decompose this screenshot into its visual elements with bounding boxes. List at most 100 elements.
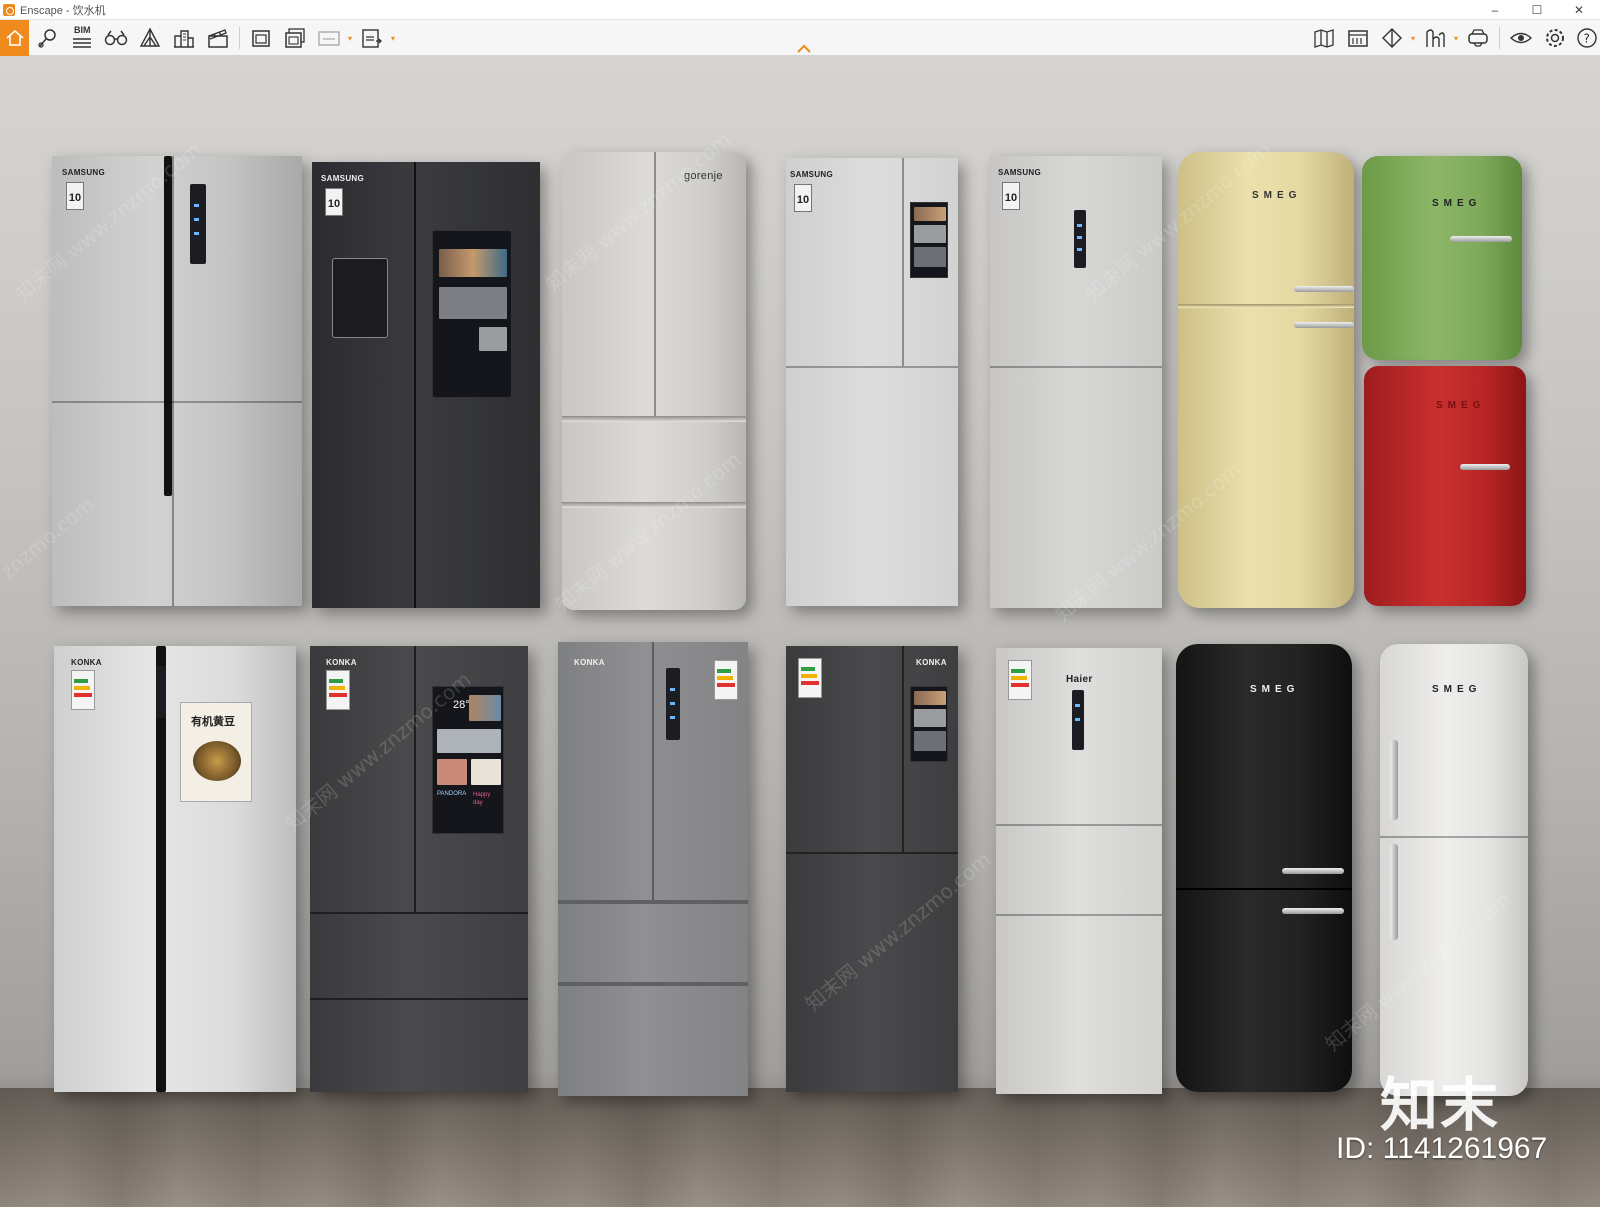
brand-label: KONKA bbox=[71, 658, 102, 667]
fridge-konka-dark-3door: KONKA bbox=[786, 646, 958, 1092]
control-panel bbox=[190, 184, 206, 264]
warranty-badge: 10 bbox=[66, 182, 84, 210]
door-handle bbox=[1294, 286, 1354, 292]
vr-headset-button[interactable] bbox=[1462, 23, 1494, 53]
panorama-360-icon bbox=[318, 30, 340, 46]
asset-library-icon bbox=[1348, 30, 1368, 47]
touchscreen bbox=[432, 230, 512, 398]
brand-label: KONKA bbox=[574, 658, 605, 667]
door-handle bbox=[164, 156, 172, 496]
enscape-window: Enscape - 饮水机 – ☐ ✕ BIM ▾ ▾ ▾ ▾ ? SAMSUN… bbox=[0, 0, 1600, 1207]
warranty-badge: 10 bbox=[1002, 182, 1020, 210]
chevron-down-icon[interactable]: ▾ bbox=[391, 34, 395, 43]
render-viewport[interactable]: SAMSUNG 10 SAMSUNG 10 gorenje SAMSUNG 10… bbox=[0, 56, 1600, 1207]
view-button[interactable] bbox=[1505, 23, 1537, 53]
screen-app-label: PANDORA bbox=[437, 791, 467, 797]
pin-button[interactable] bbox=[32, 23, 64, 53]
screenshot-button[interactable] bbox=[245, 23, 277, 53]
material-editor-button[interactable]: ▾ bbox=[1419, 23, 1458, 53]
energy-label bbox=[71, 670, 95, 710]
fridge-samsung-white: SAMSUNG 10 bbox=[786, 158, 958, 606]
control-panel bbox=[666, 668, 680, 740]
chevron-down-icon[interactable]: ▾ bbox=[348, 34, 352, 43]
pin-icon bbox=[38, 28, 56, 48]
export-exe-icon bbox=[362, 28, 382, 48]
view-icon bbox=[1509, 32, 1533, 44]
brand-label: SAMSUNG bbox=[998, 168, 1041, 177]
znzmo-logo: 知末 bbox=[1380, 1071, 1501, 1139]
energy-label bbox=[714, 660, 738, 700]
maximize-button[interactable]: ☐ bbox=[1516, 0, 1558, 20]
home-icon bbox=[5, 29, 24, 46]
chevron-down-icon[interactable]: ▾ bbox=[1454, 34, 1458, 43]
door-handle bbox=[1390, 740, 1398, 820]
poster-organic-soybeans: 有机黄豆 bbox=[180, 702, 252, 802]
energy-label bbox=[326, 670, 350, 710]
perspective-icon bbox=[139, 27, 161, 47]
fridge-konka-white-sbs: KONKA 有机黄豆 bbox=[54, 646, 296, 1092]
door-handle bbox=[1282, 908, 1344, 914]
close-button[interactable]: ✕ bbox=[1558, 0, 1600, 20]
panorama-button[interactable]: ▾ bbox=[313, 23, 352, 53]
enscape-logo-icon bbox=[3, 3, 15, 16]
material-editor-icon bbox=[1426, 29, 1445, 47]
touchscreen bbox=[910, 686, 948, 762]
bim-label: BIM bbox=[74, 24, 91, 35]
chevron-down-icon[interactable]: ▾ bbox=[1411, 34, 1415, 43]
poster-title: 有机黄豆 bbox=[191, 716, 235, 728]
brand-logo: SMEG bbox=[1432, 198, 1482, 209]
visual-settings-icon bbox=[1382, 28, 1402, 48]
buildings-button[interactable] bbox=[168, 23, 200, 53]
fridge-smeg-black: SMEG bbox=[1176, 644, 1352, 1092]
brand-logo: SMEG bbox=[1432, 684, 1482, 695]
home-button[interactable] bbox=[0, 19, 29, 56]
energy-label bbox=[1008, 660, 1032, 700]
brand-logo: SMEG bbox=[1436, 400, 1486, 411]
asset-library-button[interactable] bbox=[1342, 23, 1374, 53]
toolbar-separator bbox=[1499, 27, 1500, 49]
fridge-samsung-black-family-hub: SAMSUNG 10 bbox=[312, 162, 540, 608]
fridge-smeg-cream: SMEG bbox=[1178, 152, 1354, 608]
binoculars-button[interactable] bbox=[100, 23, 132, 53]
door-handle bbox=[1294, 322, 1354, 328]
brand-logo: SMEG bbox=[1250, 684, 1300, 695]
brand-label: SAMSUNG bbox=[62, 168, 105, 177]
water-dispenser bbox=[332, 258, 388, 338]
brand-logo: SMEG bbox=[1252, 190, 1302, 201]
bim-button[interactable]: BIM bbox=[66, 23, 98, 53]
brand-label: KONKA bbox=[326, 658, 357, 667]
brand-label: SAMSUNG bbox=[321, 174, 364, 183]
control-panel bbox=[156, 666, 166, 718]
door-handle bbox=[1450, 236, 1512, 242]
export-exe-button[interactable]: ▾ bbox=[356, 23, 395, 53]
toolbar-right: ▾ ▾ ? bbox=[1307, 20, 1600, 56]
batch-render-button[interactable] bbox=[279, 23, 311, 53]
fridge-smeg-green-mini: SMEG bbox=[1362, 156, 1522, 360]
buildings-icon bbox=[174, 29, 194, 48]
settings-button[interactable] bbox=[1539, 23, 1571, 53]
fridge-konka-grey-french-door: KONKA bbox=[558, 642, 748, 1096]
map-icon bbox=[1314, 29, 1334, 48]
perspective-button[interactable] bbox=[134, 23, 166, 53]
minimize-button[interactable]: – bbox=[1474, 0, 1516, 20]
collapse-toolbar-icon[interactable] bbox=[796, 44, 812, 54]
main-toolbar: BIM ▾ ▾ ▾ ▾ ? bbox=[0, 19, 1600, 56]
clapper-icon bbox=[208, 28, 228, 48]
control-panel bbox=[1074, 210, 1086, 268]
svg-text:?: ? bbox=[1584, 32, 1590, 46]
door-handle bbox=[1282, 868, 1344, 874]
brand-label: Haier bbox=[1066, 674, 1093, 685]
brand-label: SAMSUNG bbox=[790, 170, 833, 179]
map-button[interactable] bbox=[1308, 23, 1340, 53]
touchscreen bbox=[910, 202, 948, 278]
help-button[interactable]: ? bbox=[1573, 23, 1599, 53]
fridge-smeg-white: SMEG bbox=[1380, 644, 1528, 1096]
screenshot-icon bbox=[252, 29, 270, 47]
brand-label: KONKA bbox=[916, 658, 947, 667]
video-editor-button[interactable] bbox=[202, 23, 234, 53]
warranty-badge: 10 bbox=[794, 184, 812, 212]
toolbar-separator bbox=[239, 26, 240, 49]
visual-settings-button[interactable]: ▾ bbox=[1376, 23, 1415, 53]
fridge-haier-white-3door: Haier bbox=[996, 648, 1162, 1094]
energy-label bbox=[798, 658, 822, 698]
